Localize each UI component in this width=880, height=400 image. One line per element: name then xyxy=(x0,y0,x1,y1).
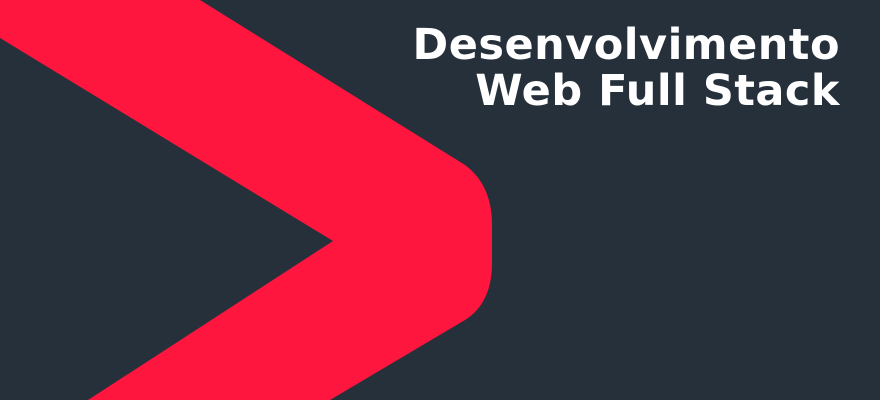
course-title-line-2: Web Full Stack xyxy=(475,66,840,116)
course-banner: Desenvolvimento Web Full Stack xyxy=(0,0,880,400)
course-title-line-1: Desenvolvimento xyxy=(412,20,840,70)
course-title: Desenvolvimento Web Full Stack xyxy=(413,22,841,114)
